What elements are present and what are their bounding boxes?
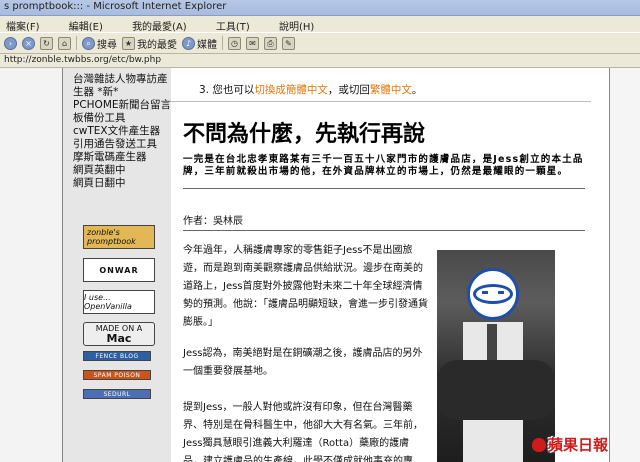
badge-label: ONWAR bbox=[99, 265, 139, 275]
photo-arms bbox=[437, 360, 555, 420]
logo-eye bbox=[482, 291, 488, 294]
window-title: s promptbook::: - Microsoft Internet Exp… bbox=[4, 1, 227, 12]
note-text: ，或切回 bbox=[327, 84, 370, 96]
badge-label: FENCE BLOG bbox=[95, 352, 139, 360]
media-button[interactable]: ♪ 媒體 bbox=[182, 36, 217, 51]
badge-label: I use... OpenVanilla bbox=[84, 293, 132, 311]
forward-icon[interactable]: › bbox=[4, 36, 17, 50]
apple-icon bbox=[532, 438, 546, 452]
sidebar-link[interactable]: 板備份工具 bbox=[73, 112, 171, 125]
note-text: 3. 您也可以 bbox=[199, 84, 255, 96]
badge-label: SEDURL bbox=[103, 390, 131, 398]
sidebar: 台灣雜誌人物專訪產 生器 *新* PCHOME新聞台留言 板備份工具 cwTEX… bbox=[63, 68, 171, 462]
apple-daily-watermark: 蘋果日報 bbox=[532, 434, 608, 455]
stop-icon[interactable]: × bbox=[22, 36, 35, 50]
openvanilla-badge[interactable]: I use... OpenVanilla bbox=[83, 290, 155, 314]
section-divider bbox=[171, 101, 591, 102]
toolbar-divider bbox=[222, 36, 223, 50]
traditional-chinese-link[interactable]: 繁體中文 bbox=[370, 84, 412, 96]
article-paragraph: 提到Jess，一般人對他或許沒有印象，但在台灣醫藥界、特別是在骨科醫生中，他卻大… bbox=[183, 402, 423, 462]
search-button-label: 搜尋 bbox=[97, 39, 117, 51]
sidebar-links: 台灣雜誌人物專訪產 生器 *新* PCHOME新聞台留言 板備份工具 cwTEX… bbox=[63, 68, 171, 190]
sedurl-badge[interactable]: SEDURL bbox=[83, 389, 151, 399]
refresh-icon[interactable]: ↻ bbox=[40, 36, 53, 50]
media-icon: ♪ bbox=[182, 36, 195, 50]
sidebar-link[interactable]: 生器 *新* bbox=[73, 86, 171, 99]
laughing-man-logo-icon bbox=[467, 268, 519, 320]
toolbar-divider bbox=[76, 36, 77, 50]
address-url[interactable]: http://zonble.twbbs.org/etc/bw.php bbox=[4, 55, 161, 65]
media-button-label: 媒體 bbox=[197, 39, 217, 51]
note-text: 。 bbox=[411, 84, 423, 96]
fence-blog-badge[interactable]: FENCE BLOG bbox=[83, 351, 151, 361]
logo-eye bbox=[498, 291, 504, 294]
made-on-mac-badge[interactable]: MADE ON A Mac bbox=[83, 322, 155, 346]
window-title-bar: s promptbook::: - Microsoft Internet Exp… bbox=[0, 0, 640, 16]
sidebar-link[interactable]: 摩斯電碼產生器 bbox=[73, 151, 171, 164]
sidebar-link[interactable]: 網頁英翻中 bbox=[73, 164, 171, 177]
toolbar: › × ↻ ⌂ ⌕ 搜尋 ★ 我的最愛 ♪ 媒體 ◷ ✉ ⎙ ✎ bbox=[0, 32, 640, 54]
address-bar[interactable]: http://zonble.twbbs.org/etc/bw.php bbox=[0, 54, 640, 68]
watermark-text: 蘋果日報 bbox=[548, 436, 609, 454]
article-author: 作者：吳林辰 bbox=[183, 216, 243, 227]
web-page: 台灣雜誌人物專訪產 生器 *新* PCHOME新聞台留言 板備份工具 cwTEX… bbox=[62, 68, 610, 462]
badge-label: zonble's promptbook bbox=[87, 228, 136, 246]
sidebar-link[interactable]: 網頁日翻中 bbox=[73, 177, 171, 190]
favorites-icon: ★ bbox=[122, 36, 135, 50]
search-button[interactable]: ⌕ 搜尋 bbox=[82, 36, 117, 51]
article-paragraph: 今年過年，人稱護膚專家的零售鉅子Jess不是出國旅遊，而是跑到南美觀察護膚品供給… bbox=[183, 245, 428, 328]
browser-viewport: 台灣雜誌人物專訪產 生器 *新* PCHOME新聞台留言 板備份工具 cwTEX… bbox=[0, 68, 640, 462]
edit-icon[interactable]: ✎ bbox=[282, 36, 295, 50]
menu-bar: 檔案(F) 編輯(E) 我的最愛(A) 工具(T) 說明(H) bbox=[0, 16, 640, 33]
logo-ring bbox=[473, 284, 513, 304]
author-divider bbox=[183, 230, 585, 231]
sidebar-link[interactable]: 台灣雜誌人物專訪產 bbox=[73, 73, 171, 86]
home-icon[interactable]: ⌂ bbox=[58, 36, 71, 50]
zonble-promptbook-badge[interactable]: zonble's promptbook bbox=[83, 225, 155, 249]
spam-poison-badge[interactable]: SPAM POISON bbox=[83, 370, 151, 380]
article-lead: 一完是在台北忠孝東路某有三千一百五十八家門市的護膚品店，是Jess創立的本土品牌… bbox=[183, 154, 584, 177]
article-area: 3. 您也可以切換成簡體中文，或切回繁體中文。 不問為什麼，先執行再說 一完是在… bbox=[171, 68, 609, 462]
portrait-photo bbox=[437, 250, 555, 462]
onwar-badge[interactable]: ONWAR bbox=[83, 258, 155, 282]
badge-label: Mac bbox=[106, 332, 132, 345]
lead-divider bbox=[183, 188, 585, 189]
sidebar-link[interactable]: PCHOME新聞台留言 bbox=[73, 99, 171, 112]
article-paragraph: Jess認為，南美絕對是在銅礦潮之後，護膚品店的另外一個重要發展基地。 bbox=[183, 348, 423, 377]
history-icon[interactable]: ◷ bbox=[228, 36, 241, 50]
search-icon: ⌕ bbox=[82, 36, 95, 50]
favorites-button-label: 我的最愛 bbox=[137, 39, 177, 51]
badge-label: SPAM POISON bbox=[93, 371, 141, 379]
sidebar-link[interactable]: cwTEX文件產生器 bbox=[73, 125, 171, 138]
favorites-button[interactable]: ★ 我的最愛 bbox=[122, 36, 177, 51]
simplified-chinese-link[interactable]: 切換成簡體中文 bbox=[254, 84, 328, 96]
sidebar-link[interactable]: 引用通告發送工具 bbox=[73, 138, 171, 151]
page-scrollbar[interactable] bbox=[610, 68, 640, 462]
article-title: 不問為什麼，先執行再說 bbox=[183, 121, 426, 147]
mail-icon[interactable]: ✉ bbox=[246, 36, 259, 50]
language-switch-note: 3. 您也可以切換成簡體中文，或切回繁體中文。 bbox=[199, 82, 422, 97]
print-icon[interactable]: ⎙ bbox=[264, 36, 277, 50]
